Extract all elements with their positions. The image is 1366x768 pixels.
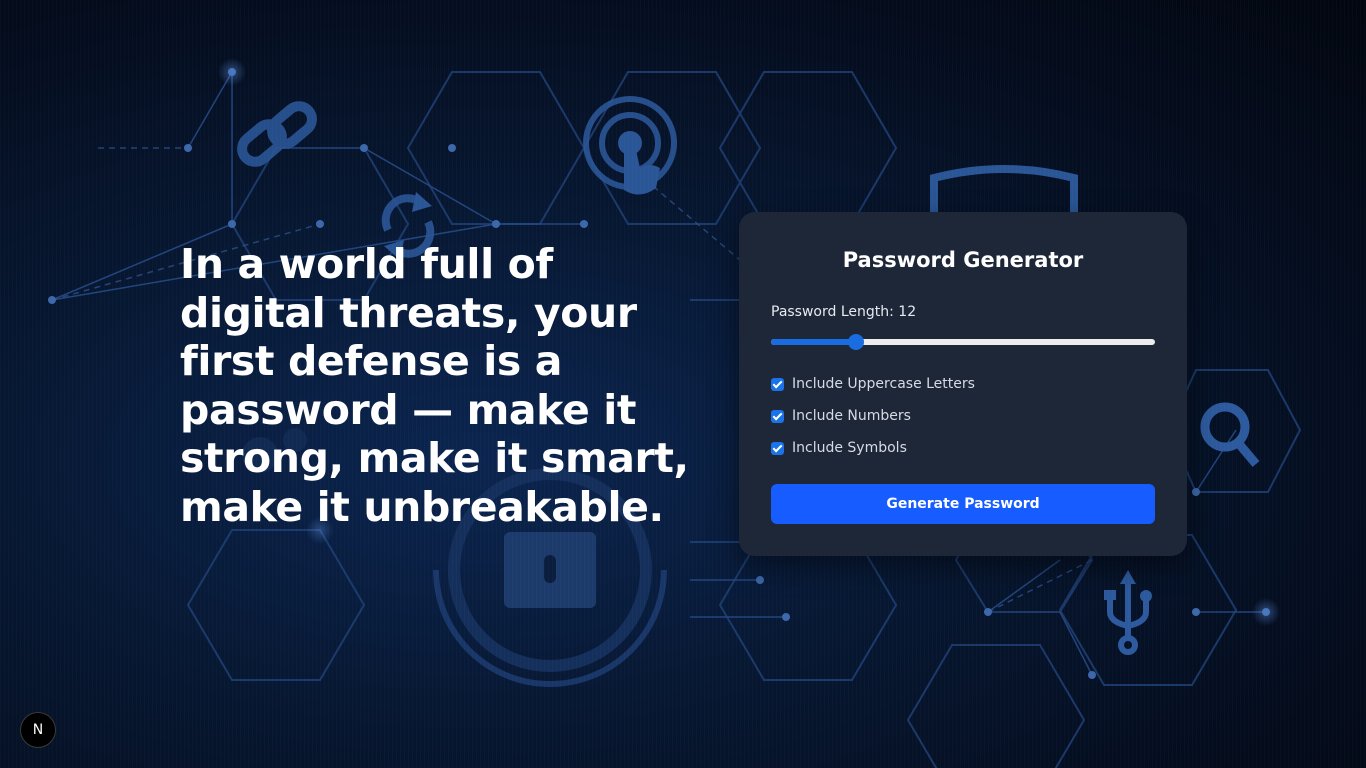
slider-fill (771, 339, 856, 345)
numbers-checkbox[interactable] (771, 409, 784, 423)
hero-headline: In a world full of digital threats, your… (180, 240, 689, 531)
numbers-label: Include Numbers (792, 408, 911, 424)
uppercase-checkbox[interactable] (771, 377, 784, 391)
uppercase-label: Include Uppercase Letters (792, 376, 975, 392)
symbols-label: Include Symbols (792, 440, 907, 456)
slider-thumb[interactable] (849, 335, 863, 349)
generate-password-button[interactable]: Generate Password (771, 484, 1155, 524)
card-title: Password Generator (842, 248, 1084, 272)
option-numbers[interactable]: Include Numbers (771, 406, 911, 426)
badge-letter: N (32, 722, 44, 738)
password-length-slider[interactable] (771, 335, 1155, 349)
password-length-label: Password Length: 12 (771, 304, 917, 320)
password-generator-card: Password Generator Password Length: 12 I… (739, 212, 1187, 556)
symbols-checkbox[interactable] (771, 441, 784, 455)
nextjs-badge-icon[interactable]: N (20, 712, 56, 748)
option-uppercase[interactable]: Include Uppercase Letters (771, 374, 975, 394)
option-symbols[interactable]: Include Symbols (771, 438, 907, 458)
